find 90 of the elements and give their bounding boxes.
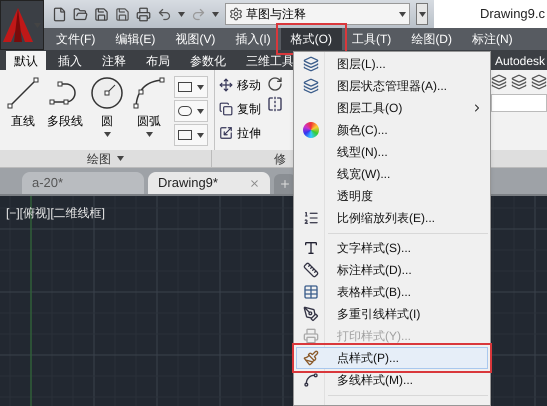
menu-item[interactable]: 多线样式(M)... [296, 369, 488, 391]
rotate-icon[interactable] [267, 76, 283, 92]
menu-bar-item[interactable]: 绘图(D) [401, 28, 462, 50]
ribbon-tab[interactable]: 默认 [6, 51, 46, 70]
layer-icon[interactable] [511, 74, 527, 90]
logo-icon [3, 8, 33, 42]
document-tab[interactable]: a-20* [22, 172, 144, 194]
document-tab[interactable]: Drawing9* [148, 172, 270, 194]
print-icon[interactable] [136, 6, 151, 22]
small-tool-button[interactable] [174, 124, 208, 146]
menu-item[interactable]: 图层(L)... [296, 53, 488, 75]
menu-item[interactable]: 透明度 [296, 185, 488, 207]
ribbon-tab[interactable]: 插入 [50, 51, 90, 70]
panel-title: 绘图 [87, 150, 111, 168]
stretch-icon [219, 126, 233, 140]
menu-item[interactable]: 线宽(W)... [296, 163, 488, 185]
settings-icon [229, 7, 243, 21]
plus-icon [279, 178, 291, 190]
ribbon-tab[interactable]: 布局 [138, 51, 178, 70]
color-wheel-icon [303, 122, 319, 138]
menu-item[interactable]: 多重引线样式(I) [296, 303, 488, 325]
ribbon-tab[interactable]: 参数化 [182, 51, 234, 70]
menu-item[interactable]: 文字样式(S)... [296, 237, 488, 259]
layer-icon[interactable] [531, 74, 547, 90]
caret-icon [197, 108, 204, 114]
menu-item[interactable]: 表格样式(B)... [296, 281, 488, 303]
save-as-icon[interactable] [115, 6, 130, 22]
ribbon-tool-button[interactable]: 圆弧 [130, 76, 168, 137]
viewport-label[interactable]: [−][俯视][二维线框] [6, 204, 106, 222]
small-tool-button[interactable] [174, 76, 208, 98]
menu-bar-item[interactable]: 标注(N) [462, 28, 523, 50]
caret-icon [178, 12, 185, 16]
menu-item[interactable]: 线型(N)... [296, 141, 488, 163]
menu-item[interactable]: 颜色(C)... [296, 119, 488, 141]
panel-title: 修 [274, 150, 286, 168]
window-title: Drawing9.c [480, 5, 545, 24]
copy-icon [219, 102, 233, 116]
ribbon-tool-button[interactable]: 移动 [219, 76, 261, 94]
undo-icon[interactable] [157, 6, 172, 22]
open-icon[interactable] [73, 6, 88, 22]
pen-icon [303, 306, 319, 322]
printer-icon [303, 328, 319, 344]
menu-item[interactable]: 标注样式(D)... [296, 259, 488, 281]
layers-icon [303, 78, 319, 94]
text-icon [303, 240, 319, 256]
line-tool-icon [6, 76, 40, 110]
mirror-icon[interactable] [267, 96, 283, 112]
shape-icon [178, 130, 192, 140]
caret-icon [197, 84, 204, 90]
brush-icon [303, 350, 319, 366]
caret-icon [399, 12, 406, 16]
workspace-dropdown[interactable]: 草图与注释 [225, 3, 410, 25]
caret-icon [117, 156, 124, 161]
menu-bar-item[interactable]: 工具(T) [342, 28, 402, 50]
app-logo-button[interactable] [0, 0, 44, 50]
move-icon [219, 78, 233, 92]
menu-item[interactable]: 图层工具(O) [296, 97, 488, 119]
close-icon[interactable] [249, 178, 260, 188]
ribbon-tool-button[interactable]: 直线 [4, 76, 42, 130]
shape-icon [178, 106, 192, 116]
spline-icon [303, 372, 319, 388]
ribbon-tab[interactable]: Autodesk [493, 51, 547, 70]
caret-icon [212, 12, 219, 16]
toolbar-menu-button[interactable] [416, 3, 428, 25]
shape-icon [178, 82, 192, 92]
ribbon-tool-button[interactable]: 复制 [219, 100, 261, 118]
ruler-icon [303, 262, 319, 278]
menu-bar-item[interactable]: 视图(V) [165, 28, 226, 50]
list-icon [303, 210, 319, 226]
caret-icon [197, 132, 204, 138]
save-icon[interactable] [94, 6, 109, 22]
menu-item[interactable]: 比例缩放列表(E)... [296, 207, 488, 229]
menu-bar-item[interactable]: 格式(O) [280, 28, 342, 50]
menu-bar-item[interactable]: 文件(F) [46, 28, 106, 50]
ribbon-tab[interactable]: 注释 [94, 51, 134, 70]
layer-field[interactable] [491, 94, 547, 112]
caret-icon [418, 12, 426, 16]
menu-bar-item[interactable]: 编辑(E) [105, 28, 166, 50]
ribbon-tool-button[interactable]: 圆 [88, 76, 126, 137]
circle-tool-icon [90, 76, 124, 110]
new-icon[interactable] [52, 6, 67, 22]
table-icon [303, 284, 319, 300]
menu-bar-item[interactable]: 插入(I) [225, 28, 281, 50]
ribbon-tool-button[interactable]: 多段线 [46, 76, 84, 130]
arc-tool-icon [132, 76, 166, 110]
small-tool-button[interactable] [174, 100, 208, 122]
menu-item[interactable]: 图层状态管理器(A)... [296, 75, 488, 97]
ribbon-tool-button[interactable]: 拉伸 [219, 124, 261, 142]
layer-icon[interactable] [491, 74, 507, 90]
layers-icon [303, 56, 319, 72]
